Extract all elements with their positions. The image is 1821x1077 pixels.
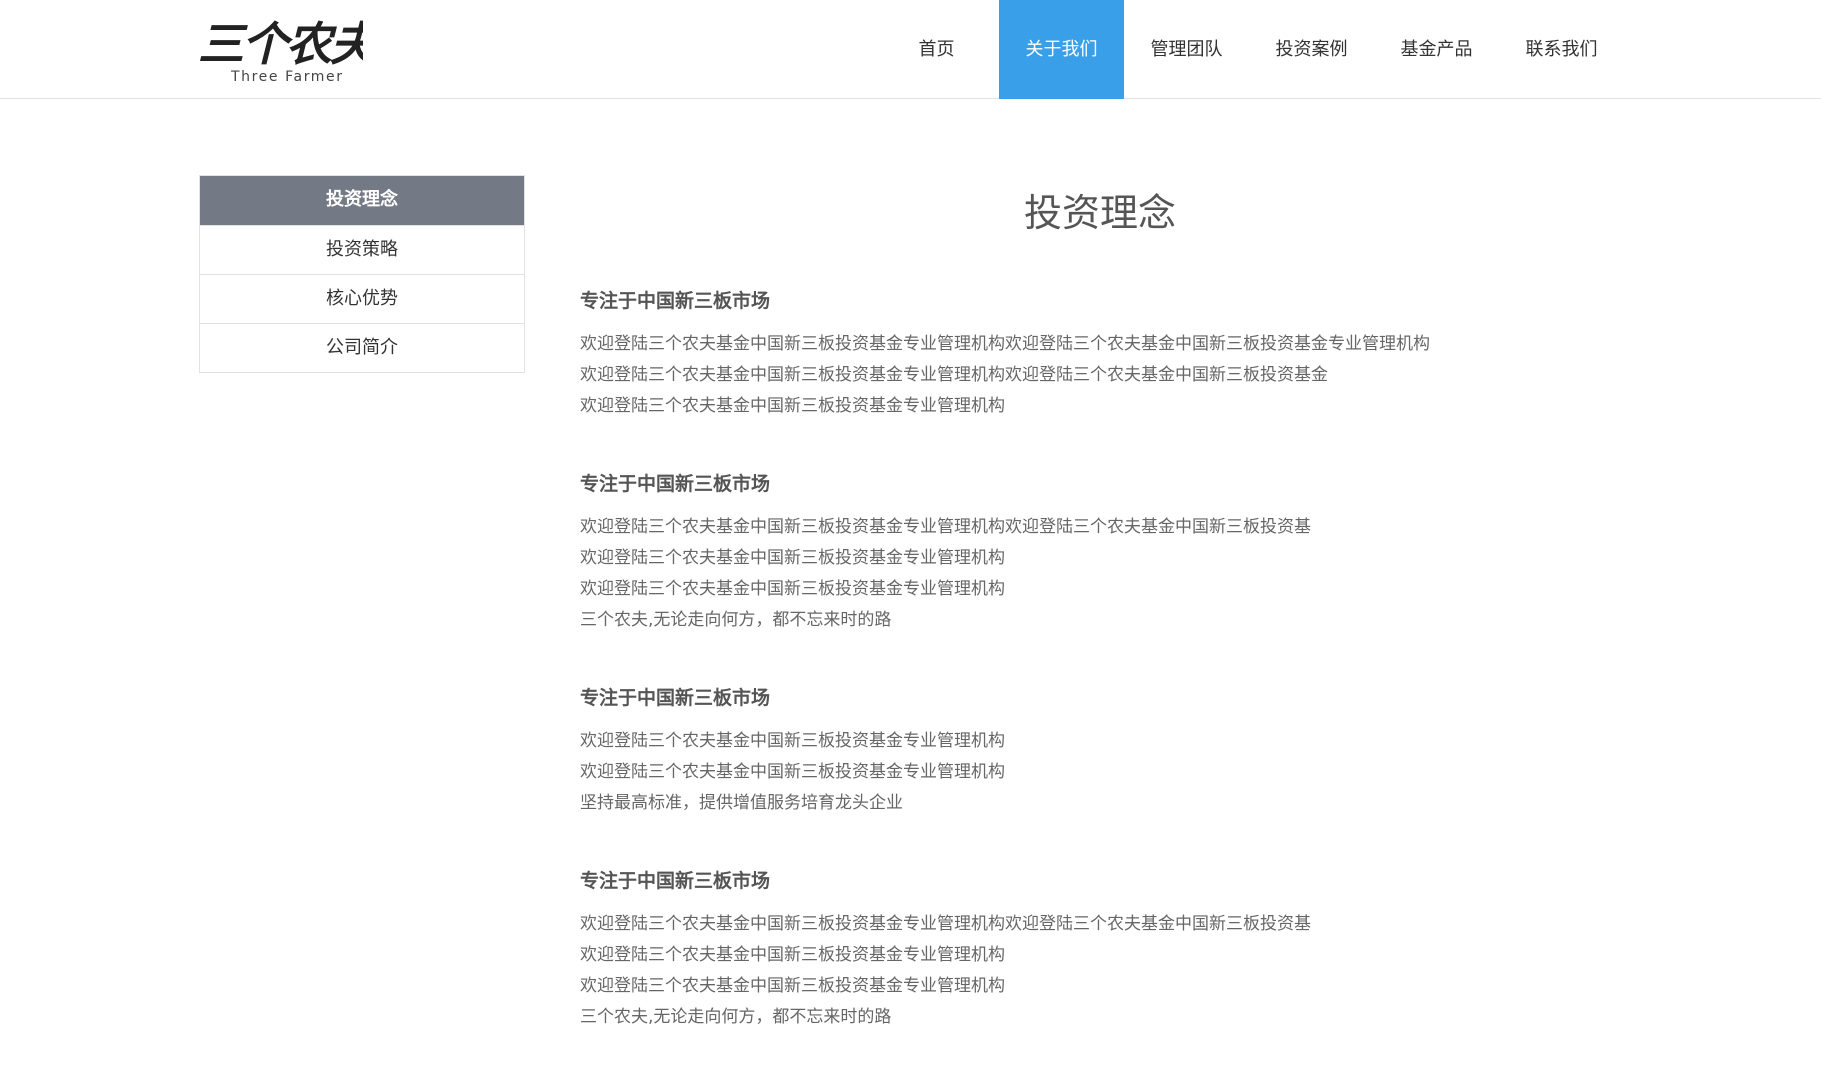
section-line: 欢迎登陆三个农夫基金中国新三板投资基金专业管理机构 <box>580 976 1005 996</box>
section-heading: 专注于中国新三板市场 <box>580 473 771 495</box>
page-title: 投资理念 <box>1023 191 1176 235</box>
nav-item-funds[interactable]: 基金产品 <box>1374 0 1499 99</box>
main-nav: 首页 关于我们 管理团队 投资案例 基金产品 联系我们 <box>874 0 1624 99</box>
section-line: 欢迎登陆三个农夫基金中国新三板投资基金专业管理机构 <box>580 731 1005 751</box>
sidebar-menu: 投资理念 投资策略 核心优势 公司简介 <box>199 175 525 373</box>
site-header: 三个农夫 Three Farmer 首页 关于我们 管理团队 投资案例 基金产品… <box>0 0 1821 99</box>
sidebar-item-company-profile[interactable]: 公司简介 <box>200 323 524 372</box>
section-line: 欢迎登陆三个农夫基金中国新三板投资基金专业管理机构欢迎登陆三个农夫基金中国新三板… <box>580 334 1430 354</box>
section-line: 欢迎登陆三个农夫基金中国新三板投资基金专业管理机构 <box>580 396 1005 416</box>
sidebar-item-core-advantages[interactable]: 核心优势 <box>200 274 524 323</box>
logo-subtitle: Three Farmer <box>231 69 344 85</box>
section-heading: 专注于中国新三板市场 <box>580 290 771 312</box>
section-heading: 专注于中国新三板市场 <box>580 687 771 709</box>
logo-text: 三个农夫 <box>198 17 363 70</box>
section-line: 欢迎登陆三个农夫基金中国新三板投资基金专业管理机构 <box>580 762 1005 782</box>
content-section: 专注于中国新三板市场 欢迎登陆三个农夫基金中国新三板投资基金专业管理机构 欢迎登… <box>580 680 1620 819</box>
section-line: 三个农夫,无论走向何方，都不忘来时的路 <box>580 1007 892 1027</box>
section-line: 欢迎登陆三个农夫基金中国新三板投资基金专业管理机构 <box>580 945 1005 965</box>
main-content: 专注于中国新三板市场 欢迎登陆三个农夫基金中国新三板投资基金专业管理机构欢迎登陆… <box>580 283 1620 1077</box>
section-line: 欢迎登陆三个农夫基金中国新三板投资基金专业管理机构欢迎登陆三个农夫基金中国新三板… <box>580 517 1311 537</box>
section-line: 坚持最高标准，提供增值服务培育龙头企业 <box>580 793 903 813</box>
nav-item-home[interactable]: 首页 <box>874 0 999 99</box>
section-line: 欢迎登陆三个农夫基金中国新三板投资基金专业管理机构欢迎登陆三个农夫基金中国新三板… <box>580 914 1311 934</box>
nav-item-team[interactable]: 管理团队 <box>1124 0 1249 99</box>
section-line: 欢迎登陆三个农夫基金中国新三板投资基金专业管理机构欢迎登陆三个农夫基金中国新三板… <box>580 365 1328 385</box>
sidebar-item-investment-philosophy[interactable]: 投资理念 <box>200 176 524 225</box>
content-section: 专注于中国新三板市场 欢迎登陆三个农夫基金中国新三板投资基金专业管理机构欢迎登陆… <box>580 466 1620 636</box>
section-line: 三个农夫,无论走向何方，都不忘来时的路 <box>580 610 892 630</box>
content-section: 专注于中国新三板市场 欢迎登陆三个农夫基金中国新三板投资基金专业管理机构欢迎登陆… <box>580 863 1620 1033</box>
content-section: 专注于中国新三板市场 欢迎登陆三个农夫基金中国新三板投资基金专业管理机构欢迎登陆… <box>580 283 1620 422</box>
sidebar-item-investment-strategy[interactable]: 投资策略 <box>200 225 524 274</box>
logo-calligraphy: 三个农夫 <box>198 17 363 70</box>
site-logo[interactable]: 三个农夫 Three Farmer <box>198 14 363 88</box>
nav-item-cases[interactable]: 投资案例 <box>1249 0 1374 99</box>
section-line: 欢迎登陆三个农夫基金中国新三板投资基金专业管理机构 <box>580 548 1005 568</box>
nav-item-contact[interactable]: 联系我们 <box>1499 0 1624 99</box>
section-line: 欢迎登陆三个农夫基金中国新三板投资基金专业管理机构 <box>580 579 1005 599</box>
section-heading: 专注于中国新三板市场 <box>580 870 771 892</box>
nav-item-about[interactable]: 关于我们 <box>999 0 1124 99</box>
